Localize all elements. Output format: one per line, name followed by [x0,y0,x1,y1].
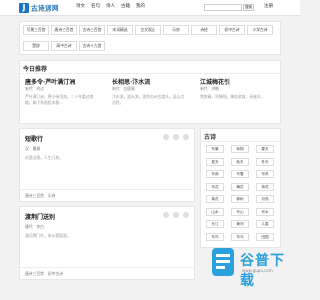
copy-icon[interactable] [163,134,169,140]
recommend-heading: 今日推荐 [23,66,48,73]
divider [20,73,282,74]
register-link[interactable]: 注册 [264,3,273,9]
poem-tags[interactable]: 唐诗三百首 乐府 [25,193,55,199]
search-button[interactable]: 搜索 [243,4,254,11]
sidebar-tag[interactable]: 写景 [206,145,224,153]
tag[interactable]: 古文观止 [135,25,161,35]
recommend-body: 雪欺春，早摧残。梅花欲放，还被风... [200,94,265,99]
sidebar-tag[interactable]: 写雪 [231,170,249,178]
main-nav: 诗文 名句 诗人 古籍 我的 [76,3,145,9]
watermark-sub: www.gupu.com [242,268,273,273]
poem-actions [163,212,189,218]
sidebar-tag[interactable]: 咏物 [231,145,249,153]
sidebar-tag[interactable]: 写雨 [206,170,224,178]
tag[interactable]: 楚辞 [23,41,49,51]
poem-meta: 汉 曹操 [25,146,41,151]
recommend-meta: 宋代 白居易 [112,86,135,91]
sidebar-tag[interactable]: 梅花 [231,182,249,191]
sidebar-panel: 古诗 写景 咏物 春天夏天 秋天 冬天写雨 写雪 写风写花 梅花 荷花菊花 柳树 月亮山水 写山 写水长… [200,128,282,248]
sidebar-tag[interactable]: 秋天 [231,157,249,166]
recommend-title[interactable]: 江城梅花引 [200,77,230,86]
sidebar-tag[interactable]: 写风 [256,170,274,178]
divider [20,267,196,268]
poem-title[interactable]: 短歌行 [25,134,43,143]
favorite-icon[interactable] [183,212,189,218]
tag[interactable]: 小学古诗 [247,25,273,35]
poem-body: 对酒当歌，人生几何。 [25,155,63,160]
poem-meta: 唐代 李白 [25,224,44,229]
poem-title[interactable]: 渡荆门送别 [25,212,55,221]
poem-card: 渡荆门送别 唐代 李白 渡远荆门外，来从楚国游。 唐诗三百首 初中古诗 [19,206,196,280]
tag[interactable]: 乐府 [163,25,189,35]
recommend-panel: 今日推荐 唐多令·芦叶满汀洲 宋代 刘过 芦叶满汀洲，寒沙带浅流。二十年重过南楼… [19,60,282,124]
copy-icon[interactable] [163,212,169,218]
sidebar-tag[interactable]: 柳树 [231,195,249,203]
poem-body: 渡远荆门外，来从楚国游。 [25,233,71,238]
sidebar-tag[interactable]: 夏天 [206,157,224,166]
divider [20,189,196,190]
sidebar-tag[interactable]: 菊花 [206,195,224,203]
sidebar-tag[interactable]: 写水 [256,207,274,216]
nav-item[interactable]: 我的 [136,3,145,9]
tag[interactable]: 宋词精选 [107,25,133,35]
sidebar-tag[interactable]: 山水 [206,207,224,216]
sidebar-tag[interactable]: 写山 [231,207,249,216]
share-icon[interactable] [173,212,179,218]
divider [201,141,282,142]
nav-item[interactable]: 名句 [91,3,100,9]
sidebar-heading: 古诗 [204,134,217,141]
tag[interactable]: 唐诗三百首 [51,25,77,35]
recommend-title[interactable]: 长相思·汴水流 [112,77,150,86]
recommend-title[interactable]: 唐多令·芦叶满汀洲 [25,77,75,86]
favorite-icon[interactable] [183,134,189,140]
category-tags: 写景三百首 唐诗三百首 古诗三百首 宋词精选 古文观止 乐府 诗经 初中古诗 小… [19,21,281,55]
poem-actions [163,134,189,140]
nav-item[interactable]: 诗文 [76,3,85,9]
tag[interactable]: 诗经 [191,25,217,35]
recommend-meta: 宋代 刘过 [25,86,44,91]
tag[interactable]: 写景三百首 [23,25,49,35]
sidebar-tag[interactable]: 写鸟 [206,232,224,241]
recommend-body: 芦叶满汀洲，寒沙带浅流。二十年重过南楼。柳下系船犹未稳... [25,94,94,105]
search-input[interactable] [204,4,242,11]
watermark: 谷普下载 www.gupu.com [210,246,292,289]
tag[interactable]: 古诗十九首 [79,41,105,51]
site-logo-sub: GUSHICI WANG [31,10,51,13]
nav-item[interactable]: 诗人 [106,3,115,9]
top-bar: J 古诗词网 GUSHICI WANG 诗文 名句 诗人 古籍 我的 搜索 注册 [0,0,300,16]
sidebar-tag[interactable]: 黄河 [231,220,249,228]
poem-tags[interactable]: 唐诗三百首 初中古诗 [25,271,63,277]
sidebar-tag[interactable]: 田园 [256,232,274,241]
recommend-body: 汴水流，泗水流，流到瓜州古渡头。吴山点点愁。 [112,94,185,105]
watermark-logo-icon [212,248,234,276]
nav-item[interactable]: 古籍 [121,3,130,9]
sidebar-tag[interactable]: 冬天 [256,157,274,166]
tag[interactable]: 初中古诗 [219,25,245,35]
sidebar-tag[interactable]: 写花 [206,182,224,191]
sidebar-tag[interactable]: 儿童 [256,220,274,228]
sidebar-tag[interactable]: 月亮 [256,195,274,203]
sidebar-tag[interactable]: 春天 [256,145,274,153]
tag[interactable]: 古诗三百首 [79,25,105,35]
recommend-meta: 宋代 洪皓 [200,86,219,91]
tag[interactable]: 高中古诗 [51,41,77,51]
sidebar-tag[interactable]: 荷花 [256,182,274,191]
share-icon[interactable] [173,134,179,140]
site-logo[interactable]: J [19,3,29,13]
poem-card: 短歌行 汉 曹操 对酒当歌，人生几何。 唐诗三百首 乐府 [19,128,196,202]
sidebar-tag[interactable]: 长江 [206,220,224,228]
sidebar-tag[interactable]: 写马 [231,232,249,241]
